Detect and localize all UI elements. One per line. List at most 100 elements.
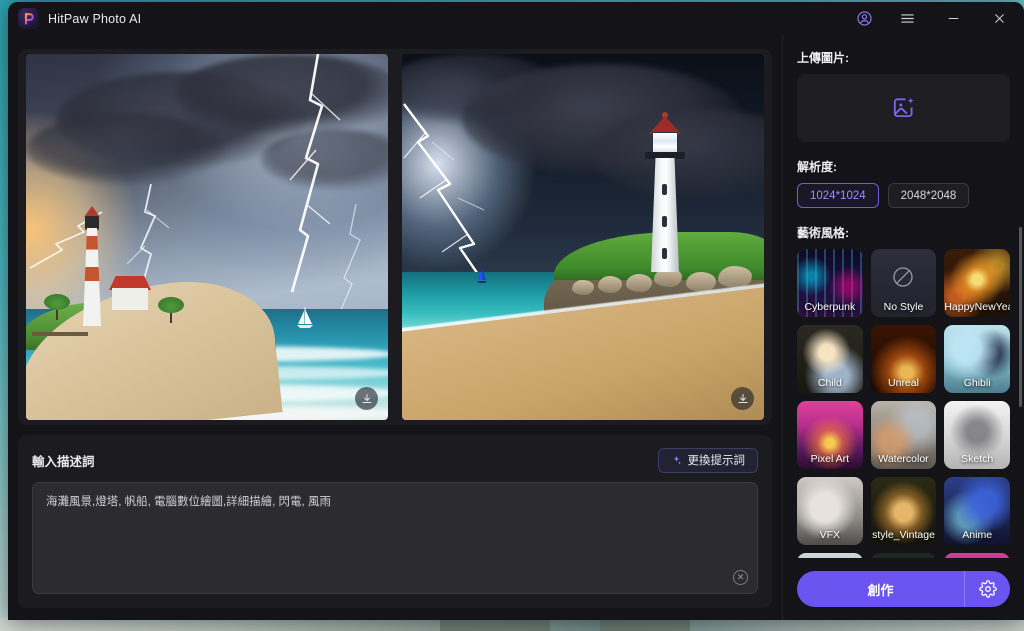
lighthouse bbox=[641, 112, 689, 272]
style-label: Ghibli bbox=[963, 377, 991, 389]
style-option-sketch[interactable]: Sketch bbox=[944, 401, 1010, 469]
style-option-anime[interactable]: Anime bbox=[944, 477, 1010, 545]
style-option-unreal[interactable]: Unreal bbox=[870, 325, 937, 393]
tree-crown bbox=[44, 294, 70, 310]
gear-icon[interactable] bbox=[964, 571, 1010, 607]
upload-section-label: 上傳圖片: bbox=[797, 51, 849, 65]
clear-prompt-button[interactable]: ✕ bbox=[733, 570, 748, 585]
create-bar: 創作 bbox=[783, 558, 1024, 620]
style-option-child[interactable]: Child bbox=[797, 325, 863, 393]
change-prompt-label: 更換提示詞 bbox=[687, 455, 746, 467]
lighthouse-tower bbox=[83, 228, 101, 326]
result-image-2[interactable] bbox=[402, 54, 764, 420]
prompt-text[interactable]: 海灘風景,燈塔, 帆船, 電腦數位繪圖,詳細描繪, 閃電, 風雨 bbox=[46, 494, 744, 511]
tree-crown bbox=[158, 297, 184, 313]
style-label: Sketch bbox=[961, 453, 994, 465]
upload-image-dropzone[interactable] bbox=[797, 74, 1010, 142]
style-label: Cyberpunk bbox=[804, 301, 856, 313]
style-option-watercolor[interactable]: Watercolor bbox=[870, 401, 937, 469]
style-option-happynewyear[interactable]: HappyNewYear bbox=[944, 249, 1010, 317]
style-label: Anime bbox=[962, 529, 993, 541]
prompt-panel: 輸入描述詞 更換提示詞 海灘風景,燈塔, 帆船, 電腦數位繪圖,詳細描繪, 閃電… bbox=[18, 435, 772, 608]
rock bbox=[626, 274, 652, 292]
keepers-house bbox=[109, 276, 151, 310]
app-window: HitPaw Photo AI 輸入描述詞 更換提示詞 海灘風景,燈塔, 帆船,… bbox=[8, 2, 1024, 620]
resolution-label-1024: 1024*1024 bbox=[810, 189, 866, 202]
clear-glyph: ✕ bbox=[736, 572, 745, 582]
style-thumbnail bbox=[870, 553, 937, 558]
artwork-1 bbox=[26, 54, 388, 420]
download-icon[interactable] bbox=[731, 387, 754, 410]
style-option-row4-a[interactable] bbox=[797, 553, 863, 558]
title-bar: HitPaw Photo AI bbox=[8, 2, 1024, 35]
style-option-row4-c[interactable] bbox=[944, 553, 1010, 558]
lighthouse-lamp bbox=[652, 132, 678, 154]
rock bbox=[598, 276, 622, 293]
prompt-title: 輸入描述詞 bbox=[32, 454, 95, 469]
style-option-style-vintage[interactable]: style_Vintage bbox=[870, 477, 937, 545]
style-label: Pixel Art bbox=[810, 453, 850, 465]
app-logo-icon bbox=[18, 8, 39, 29]
style-option-no-style[interactable]: No Style bbox=[870, 249, 937, 317]
resolution-option-2048[interactable]: 2048*2048 bbox=[887, 183, 970, 208]
style-label: style_Vintage bbox=[872, 529, 935, 541]
main-column: 輸入描述詞 更換提示詞 海灘風景,燈塔, 帆船, 電腦數位繪圖,詳細描繪, 閃電… bbox=[8, 35, 782, 620]
lighthouse bbox=[79, 204, 105, 326]
resolution-section-label: 解析度: bbox=[797, 160, 837, 174]
close-button[interactable] bbox=[976, 2, 1022, 35]
artwork-2 bbox=[402, 54, 764, 420]
sidebar-scroll-area[interactable]: 上傳圖片: 解析度: 1024*1024 2048*2048 藝術風格: Cyb… bbox=[783, 35, 1024, 558]
style-thumbnail bbox=[944, 553, 1010, 558]
style-label: VFX bbox=[819, 529, 841, 541]
boardwalk bbox=[32, 332, 88, 336]
rock bbox=[572, 280, 594, 295]
style-label: Child bbox=[817, 377, 842, 389]
lighthouse-window bbox=[662, 184, 667, 195]
style-label: Watercolor bbox=[878, 453, 929, 465]
style-section-label: 藝術風格: bbox=[797, 226, 849, 240]
sailboat bbox=[294, 306, 316, 337]
resolution-label-2048: 2048*2048 bbox=[900, 189, 957, 202]
tree bbox=[44, 294, 70, 320]
change-prompt-button[interactable]: 更換提示詞 bbox=[657, 447, 758, 473]
style-option-pixel-art[interactable]: Pixel Art bbox=[797, 401, 863, 469]
result-image-1[interactable] bbox=[26, 54, 388, 420]
sidebar-scrollbar[interactable] bbox=[1019, 227, 1022, 407]
app-title: HitPaw Photo AI bbox=[48, 11, 142, 26]
lightning-bolt bbox=[402, 102, 528, 282]
style-label: Unreal bbox=[888, 377, 919, 389]
lightning-bolt bbox=[316, 204, 386, 314]
create-button[interactable]: 創作 bbox=[797, 571, 964, 607]
account-icon[interactable] bbox=[844, 2, 884, 35]
sailboat bbox=[476, 268, 488, 289]
lighthouse-lamp bbox=[85, 216, 99, 230]
style-option-row4-b[interactable] bbox=[870, 553, 937, 558]
create-label: 創作 bbox=[867, 582, 894, 598]
app-body: 輸入描述詞 更換提示詞 海灘風景,燈塔, 帆船, 電腦數位繪圖,詳細描繪, 閃電… bbox=[8, 35, 1024, 620]
create-control-group: 創作 bbox=[797, 571, 1010, 607]
lighthouse-window bbox=[662, 248, 667, 259]
lighthouse-window bbox=[662, 216, 667, 227]
style-label: No Style bbox=[883, 301, 924, 313]
minimize-button[interactable] bbox=[930, 2, 976, 35]
style-option-cyberpunk[interactable]: Cyberpunk bbox=[797, 249, 863, 317]
style-option-vfx[interactable]: VFX bbox=[797, 477, 863, 545]
storm-cloud bbox=[26, 114, 226, 184]
style-thumbnail bbox=[797, 553, 863, 558]
art-style-grid: Cyberpunk No Style HappyNewYear Child Un… bbox=[797, 249, 1010, 558]
lighthouse-gallery bbox=[645, 152, 685, 159]
image-sparkle-icon bbox=[891, 95, 917, 121]
prompt-input[interactable]: 海灘風景,燈塔, 帆船, 電腦數位繪圖,詳細描繪, 閃電, 風雨 ✕ bbox=[32, 482, 758, 594]
house-walls bbox=[112, 288, 148, 310]
style-label: HappyNewYear bbox=[944, 301, 1010, 313]
menu-icon[interactable] bbox=[884, 2, 930, 35]
prompt-header: 輸入描述詞 更換提示詞 bbox=[32, 447, 758, 473]
style-option-ghibli[interactable]: Ghibli bbox=[944, 325, 1010, 393]
settings-sidebar: 上傳圖片: 解析度: 1024*1024 2048*2048 藝術風格: Cyb… bbox=[782, 35, 1024, 620]
download-icon[interactable] bbox=[355, 387, 378, 410]
resolution-options: 1024*1024 2048*2048 bbox=[797, 183, 1010, 208]
results-panel bbox=[18, 49, 772, 425]
tree bbox=[158, 297, 184, 323]
resolution-option-1024[interactable]: 1024*1024 bbox=[797, 183, 879, 208]
sparkle-icon bbox=[671, 455, 682, 466]
